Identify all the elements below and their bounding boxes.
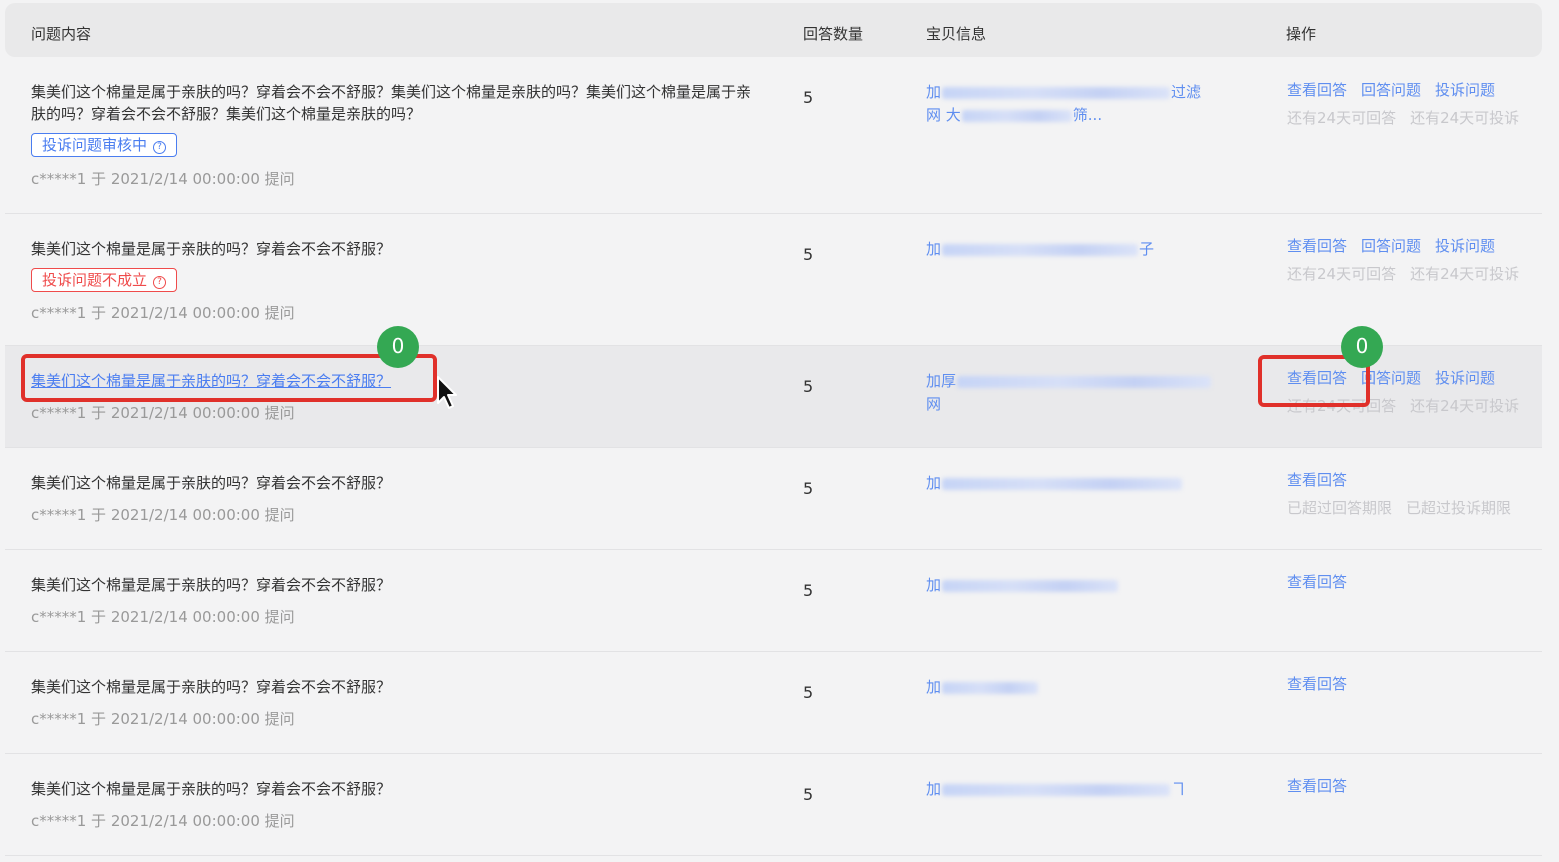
blurred-text [942, 579, 1119, 592]
table-row: 集美们这个棉量是属于亲肤的吗？穿着会不会不舒服？ c*****1 于 2021/… [5, 550, 1542, 652]
question-meta: c*****1 于 2021/2/14 00:00:00 提问 [31, 608, 295, 626]
item-title-start: 加 [926, 576, 942, 594]
answer-count: 5 [803, 683, 814, 702]
report-deadline-text: 已超过投诉期限 [1406, 499, 1512, 517]
item-title-line2-start: 网 大 [926, 106, 961, 124]
table-row: 集美们这个棉量是属于亲肤的吗？穿着会不会不舒服？ c*****1 于 2021/… [5, 652, 1542, 754]
row-actions: 查看回答 [1287, 571, 1361, 592]
count-column-header: 回答数量 [803, 25, 864, 43]
question-text[interactable]: 集美们这个棉量是属于亲肤的吗？穿着会不会不舒服？集美们这个棉量是亲肤的吗？集美们… [31, 81, 756, 125]
blurred-text [942, 783, 1171, 796]
question-meta: c*****1 于 2021/2/14 00:00:00 提问 [31, 506, 295, 524]
question-text[interactable]: 集美们这个棉量是属于亲肤的吗？穿着会不会不舒服？ [31, 472, 756, 494]
item-info-link[interactable]: 加子 [926, 238, 1154, 261]
status-badge: 投诉问题审核中? [31, 133, 178, 157]
question-column-header: 问题内容 [31, 25, 92, 43]
item-info-link[interactable]: 加厚 网 [926, 370, 1212, 416]
item-info-link[interactable]: 加ヿ [926, 778, 1186, 801]
item-title-start: 加 [926, 83, 942, 101]
table-row: 集美们这个棉量是属于亲肤的吗？穿着会不会不舒服？ c*****1 于 2021/… [5, 754, 1542, 856]
item-title-end: 过滤 [1171, 83, 1202, 101]
item-title-start: 加 [926, 678, 942, 696]
answer-question-button[interactable]: 回答问题 [1361, 369, 1421, 387]
answer-deadline-text: 还有24天可回答 [1287, 265, 1397, 283]
row-actions: 查看回答 [1287, 673, 1361, 694]
table-row: 集美们这个棉量是属于亲肤的吗？穿着会不会不舒服？ 投诉问题不成立? c*****… [5, 214, 1542, 346]
answer-count: 5 [803, 581, 814, 600]
view-answers-button[interactable]: 查看回答 [1287, 777, 1347, 795]
table-row: 集美们这个棉量是属于亲肤的吗？穿着会不会不舒服？ c*****1 于 2021/… [5, 448, 1542, 550]
step-badge: 0 [377, 326, 419, 368]
table-row: 集美们这个棉量是属于亲肤的吗？穿着会不会不舒服？集美们这个棉量是亲肤的吗？集美们… [5, 58, 1542, 214]
blurred-text [942, 477, 1183, 490]
blurred-text [942, 243, 1139, 256]
status-badge-label: 投诉问题不成立 [42, 271, 148, 289]
view-answers-button[interactable]: 查看回答 [1287, 675, 1347, 693]
answer-question-button[interactable]: 回答问题 [1361, 237, 1421, 255]
question-meta: c*****1 于 2021/2/14 00:00:00 提问 [31, 304, 295, 322]
answer-count: 5 [803, 88, 814, 107]
answer-count: 5 [803, 245, 814, 264]
row-actions: 查看回答 已超过回答期限 已超过投诉期限 [1287, 469, 1511, 517]
item-title-start: 加厚 [926, 372, 957, 390]
ops-column-header: 操作 [1286, 25, 1317, 43]
answer-count: 5 [803, 479, 814, 498]
item-title-start: 加 [926, 474, 942, 492]
view-answers-button[interactable]: 查看回答 [1287, 237, 1347, 255]
question-text[interactable]: 集美们这个棉量是属于亲肤的吗？穿着会不会不舒服？ [31, 676, 756, 698]
blurred-text [942, 86, 1171, 99]
mouse-pointer-icon [437, 376, 457, 409]
answer-deadline-text: 已超过回答期限 [1287, 499, 1393, 517]
question-meta: c*****1 于 2021/2/14 00:00:00 提问 [31, 170, 295, 188]
question-text[interactable]: 集美们这个棉量是属于亲肤的吗？穿着会不会不舒服？ [31, 574, 756, 596]
table-header: 问题内容 回答数量 宝贝信息 操作 [5, 3, 1542, 57]
answer-question-button[interactable]: 回答问题 [1361, 81, 1421, 99]
view-answers-button[interactable]: 查看回答 [1287, 471, 1347, 489]
highlight-box-question [21, 354, 437, 402]
item-title-start: 加 [926, 240, 942, 258]
question-text[interactable]: 集美们这个棉量是属于亲肤的吗？穿着会不会不舒服？ [31, 778, 756, 800]
report-deadline-text: 还有24天可投诉 [1410, 397, 1520, 415]
view-answers-button[interactable]: 查看回答 [1287, 573, 1347, 591]
blurred-text [942, 681, 1039, 694]
report-deadline-text: 还有24天可投诉 [1410, 109, 1520, 127]
report-question-button[interactable]: 投诉问题 [1435, 369, 1495, 387]
help-icon[interactable]: ? [153, 276, 167, 289]
blurred-text [957, 375, 1212, 388]
item-title-end: 子 [1139, 240, 1155, 258]
question-meta: c*****1 于 2021/2/14 00:00:00 提问 [31, 710, 295, 728]
item-info-link[interactable]: 加 过滤 网 大 筛... [926, 81, 1201, 127]
help-icon[interactable]: ? [153, 141, 167, 154]
report-deadline-text: 还有24天可投诉 [1410, 265, 1520, 283]
question-text[interactable]: 集美们这个棉量是属于亲肤的吗？穿着会不会不舒服？ [31, 238, 756, 260]
row-actions: 查看回答 回答问题 投诉问题 还有24天可回答 还有24天可投诉 [1287, 235, 1519, 283]
answer-count: 5 [803, 377, 814, 396]
row-actions: 查看回答 回答问题 投诉问题 还有24天可回答 还有24天可投诉 [1287, 79, 1519, 127]
item-title-line2-end: 筛... [1072, 106, 1103, 124]
item-column-header: 宝贝信息 [926, 25, 987, 43]
report-question-button[interactable]: 投诉问题 [1435, 237, 1495, 255]
item-title-end: ヿ [1171, 780, 1187, 798]
question-meta: c*****1 于 2021/2/14 00:00:00 提问 [31, 812, 295, 830]
row-actions: 查看回答 [1287, 775, 1361, 796]
status-badge: 投诉问题不成立? [31, 268, 178, 292]
item-title-line2-start: 网 [926, 395, 942, 413]
item-info-link[interactable]: 加 [926, 574, 1119, 597]
status-badge-label: 投诉问题审核中 [42, 136, 148, 154]
item-title-start: 加 [926, 780, 942, 798]
view-answers-button[interactable]: 查看回答 [1287, 81, 1347, 99]
answer-deadline-text: 还有24天可回答 [1287, 109, 1397, 127]
item-info-link[interactable]: 加 [926, 472, 1183, 495]
step-badge: 0 [1341, 326, 1383, 368]
question-meta: c*****1 于 2021/2/14 00:00:00 提问 [31, 404, 295, 422]
answer-count: 5 [803, 785, 814, 804]
item-info-link[interactable]: 加 [926, 676, 1039, 699]
blurred-text [961, 109, 1072, 122]
report-question-button[interactable]: 投诉问题 [1435, 81, 1495, 99]
